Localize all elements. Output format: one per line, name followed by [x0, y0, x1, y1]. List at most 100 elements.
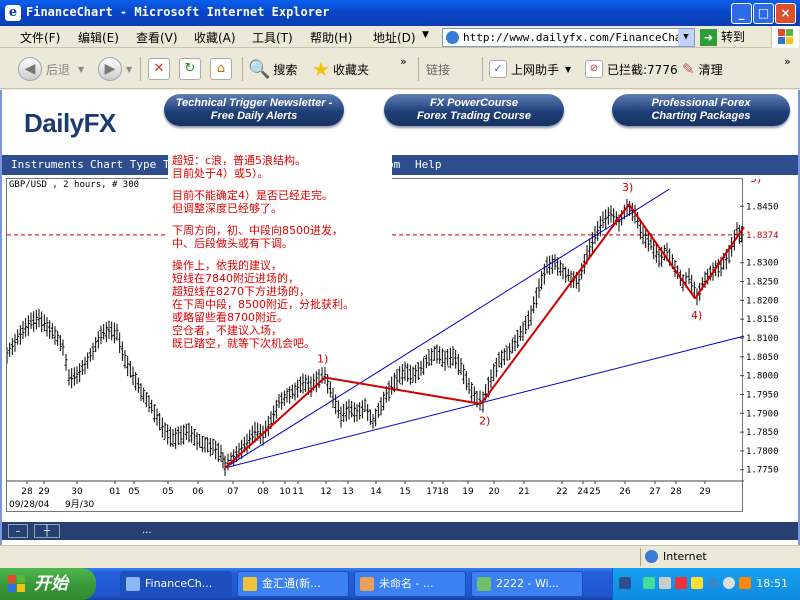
- note-line: 操作上，依我的建议，: [172, 259, 282, 272]
- nav-help[interactable]: Help: [415, 158, 442, 171]
- nav-chart-type[interactable]: Chart Type: [90, 158, 156, 171]
- note-line: 或略留些看8700附近。: [172, 311, 288, 324]
- y-tick-label: 1.7800: [746, 447, 779, 457]
- go-arrow-icon: ➜: [700, 29, 717, 46]
- x-tick-label: 29: [38, 487, 50, 497]
- y-tick-label: 1.7850: [746, 428, 779, 438]
- back-button[interactable]: ◀ 后退 ▼: [18, 49, 84, 89]
- task-label: 未命名 - ...: [379, 577, 434, 590]
- task-financechart[interactable]: FinanceCh...: [120, 571, 232, 597]
- start-button[interactable]: 开始: [0, 568, 96, 600]
- note-line: 在下周中段，8500附近，分批获利。: [172, 298, 354, 311]
- online-helper-button[interactable]: ✓ 上网助手 ▼: [489, 49, 571, 89]
- tray-app-icon[interactable]: [739, 577, 751, 589]
- kaspersky-icon[interactable]: [675, 577, 687, 589]
- banner-line: Free Daily Alerts: [210, 110, 298, 122]
- bulb-icon[interactable]: [691, 577, 703, 589]
- x-tick-label: 12: [320, 487, 331, 497]
- menu-help[interactable]: 帮助(H): [310, 29, 352, 46]
- maximize-button[interactable]: □: [753, 3, 774, 24]
- banner-charting-packages[interactable]: Professional Forex Charting Packages: [612, 94, 790, 126]
- banner-line: Professional Forex: [651, 97, 751, 109]
- search-icon: 🔍: [248, 58, 271, 80]
- wave-line: [480, 203, 630, 405]
- minimize-button[interactable]: _: [731, 3, 752, 24]
- instrument-label: GBP/USD , 2 hours, # 300: [9, 180, 140, 190]
- note-line: 目前不能确定4）是否已经走完。: [172, 189, 333, 202]
- menu-favorites[interactable]: 收藏(A): [194, 29, 236, 46]
- app-icon: [243, 577, 257, 591]
- address-input[interactable]: http://www.dailyfx.com/FinanceChart. ▼: [442, 28, 695, 47]
- y-tick-label: 1.8250: [746, 278, 779, 288]
- note-line: 下周方向，初、中段向8500进发，: [172, 224, 343, 237]
- task-untitled[interactable]: 未命名 - ...: [354, 571, 466, 597]
- stop-button[interactable]: ✕: [148, 49, 174, 89]
- address-dropdown-icon[interactable]: ▼: [678, 29, 694, 46]
- links-label[interactable]: 链接: [426, 49, 450, 89]
- menu-edit[interactable]: 编辑(E): [78, 29, 119, 46]
- wave-label: 5): [750, 179, 761, 185]
- task-jinhuitong[interactable]: 金汇通(新...: [237, 571, 349, 597]
- search-button[interactable]: 🔍 搜索: [248, 49, 297, 89]
- x-tick-label: 06: [192, 487, 204, 497]
- messenger-icon[interactable]: [707, 577, 719, 589]
- favorites-button[interactable]: ★ 收藏夹: [312, 49, 369, 89]
- ime-icon[interactable]: [659, 577, 671, 589]
- x-tick-label: 30: [71, 487, 83, 497]
- crosshair-icon[interactable]: ┼: [34, 524, 60, 538]
- ie-icon: e: [5, 5, 21, 21]
- system-tray: 18:51: [612, 568, 800, 600]
- analysis-notes: 超短：c浪，普通5浪结构。 目前处于4）或5）。 目前不能确定4）是否已经走完。 但调…: [168, 152, 392, 352]
- x-tick-label: 21: [518, 487, 529, 497]
- logo-fx: FX: [83, 108, 117, 138]
- windows-flag-icon: [8, 575, 25, 592]
- task-label: 2222 - Wi...: [496, 577, 560, 590]
- y-tick-label: 1.8200: [746, 296, 779, 306]
- banner-line: Forex Trading Course: [416, 110, 532, 122]
- banner-technical-trigger[interactable]: Technical Trigger Newsletter - Free Dail…: [164, 94, 344, 126]
- x-tick-label: 19: [462, 487, 474, 497]
- wave-label: 2): [479, 415, 490, 428]
- task-label: 金汇通(新...: [262, 577, 321, 590]
- toolbar: ◀ 后退 ▼ ▶ ▼ ✕ ↻ ⌂ 🔍 搜索 ★ 收藏夹 » 链接 ✓ 上网助手 ▼ ⊘ 已拦截:…: [0, 49, 800, 89]
- toolbar-more-chevron[interactable]: »: [400, 41, 407, 81]
- home-button[interactable]: ⌂: [210, 49, 236, 89]
- refresh-icon: ↻: [179, 58, 201, 80]
- refresh-button[interactable]: ↻: [179, 49, 205, 89]
- wave-label: 1): [317, 352, 328, 365]
- title-bar[interactable]: e FinanceChart - Microsoft Internet Expl…: [0, 0, 800, 26]
- keyboard-icon[interactable]: [619, 577, 631, 589]
- close-button[interactable]: ×: [775, 3, 796, 24]
- dailyfx-logo[interactable]: DailyFX: [24, 108, 116, 139]
- clean-button[interactable]: ✎ 清理: [682, 49, 723, 89]
- go-button[interactable]: ➜ 转到: [700, 28, 745, 46]
- banner-powercourse[interactable]: FX PowerCourse Forex Trading Course: [384, 94, 564, 126]
- toolbar2-more-chevron[interactable]: »: [784, 41, 791, 81]
- online-helper-label: 上网助手: [511, 62, 560, 77]
- address-menu-chevron-icon[interactable]: ▼: [422, 30, 429, 40]
- x-tick-label: 01: [109, 487, 120, 497]
- task-2222[interactable]: 2222 - Wi...: [471, 571, 583, 597]
- minus-icon[interactable]: –: [8, 524, 28, 538]
- home-icon: ⌂: [210, 58, 232, 80]
- menu-file[interactable]: 文件(F): [20, 29, 60, 46]
- y-tick-label: 1.8100: [746, 334, 779, 344]
- volume-icon[interactable]: [723, 577, 735, 589]
- globe-icon: [645, 550, 658, 563]
- x-tick-label: 28: [21, 487, 33, 497]
- nav-instruments[interactable]: Instruments: [11, 158, 84, 171]
- clean-label: 清理: [698, 62, 723, 77]
- note-line: 超短：c浪，普通5浪结构。: [172, 154, 307, 167]
- forward-button[interactable]: ▶ ▼: [98, 49, 132, 89]
- back-label: 后退: [46, 62, 71, 77]
- y-tick-label: 1.8050: [746, 353, 779, 363]
- menu-tools[interactable]: 工具(T): [252, 29, 293, 46]
- price-chart[interactable]: 1) 2) 3) 4) 5) 1.7750 1.7800 1.7850 1.7900 1.7950…: [7, 179, 800, 513]
- x-tick-label: 17: [426, 487, 437, 497]
- banner-line: Technical Trigger Newsletter -: [175, 97, 333, 109]
- network-icon[interactable]: [643, 577, 655, 589]
- blocked-popups-button[interactable]: ⊘ 已拦截:7776: [585, 49, 678, 89]
- favorites-label: 收藏夹: [332, 62, 369, 77]
- menu-view[interactable]: 查看(V): [136, 29, 178, 46]
- broom-icon: ✎: [682, 60, 695, 78]
